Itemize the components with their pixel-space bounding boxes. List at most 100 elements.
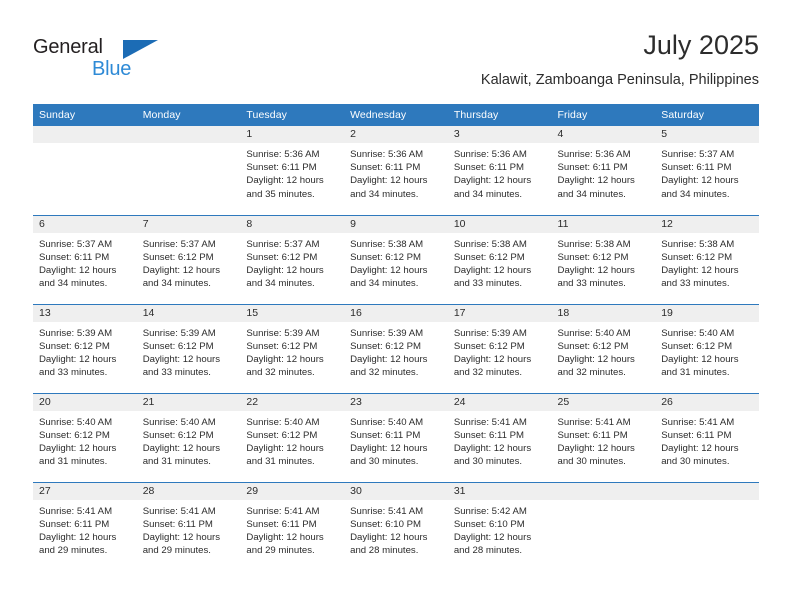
daylight-duration-line2: and 31 minutes. xyxy=(142,456,211,468)
sunset-time: Sunset: 6:11 PM xyxy=(557,162,628,174)
calendar-day-cell[interactable]: 14 Sunrise: 5:39 AM Sunset: 6:12 PM Dayligh… xyxy=(136,303,241,393)
sunset-time: Sunset: 6:12 PM xyxy=(453,340,525,352)
daylight-duration-line2: and 31 minutes. xyxy=(661,367,730,379)
calendar-week-row: 20 Sunrise: 5:40 AM Sunset: 6:12 PM Dayligh… xyxy=(33,392,759,482)
daylight-duration-line2: and 34 minutes. xyxy=(142,278,211,290)
calendar-day-cell[interactable]: 31 Sunrise: 5:42 AM Sunset: 6:10 PM Dayligh… xyxy=(447,481,552,571)
sunrise-time: Sunrise: 5:38 AM xyxy=(661,238,735,250)
sunrise-time: Sunrise: 5:41 AM xyxy=(350,505,424,517)
calendar-day-cell[interactable]: 19 Sunrise: 5:40 AM Sunset: 6:12 PM Dayligh… xyxy=(655,303,759,393)
weekday-header-saturday: Saturday xyxy=(655,104,759,126)
daylight-duration-line2: and 30 minutes. xyxy=(350,456,419,468)
day-number: 30 xyxy=(344,482,448,500)
calendar-day-cell[interactable]: 2 Sunrise: 5:36 AM Sunset: 6:11 PM Daylight… xyxy=(344,126,448,215)
day-number: 16 xyxy=(344,304,448,322)
calendar-day-cell[interactable]: 24 Sunrise: 5:41 AM Sunset: 6:11 PM Dayligh… xyxy=(447,392,552,482)
title-block: July 2025 Kalawit, Zamboanga Peninsula, … xyxy=(481,28,759,90)
calendar-day-cell[interactable]: 4 Sunrise: 5:36 AM Sunset: 6:11 PM Daylight… xyxy=(551,126,656,215)
daylight-duration-line2: and 34 minutes. xyxy=(453,188,523,200)
calendar-day-cell[interactable]: 21 Sunrise: 5:40 AM Sunset: 6:12 PM Dayligh… xyxy=(136,392,241,482)
daylight-duration-line1: Daylight: 12 hours xyxy=(246,264,324,276)
daylight-duration-line2: and 34 minutes. xyxy=(39,278,108,290)
sunset-time: Sunset: 6:11 PM xyxy=(557,429,628,441)
sunrise-time: Sunrise: 5:41 AM xyxy=(39,505,113,517)
calendar-day-cell[interactable]: 29 Sunrise: 5:41 AM Sunset: 6:11 PM Dayligh… xyxy=(240,481,345,571)
day-sun-info: Sunrise: 5:40 AM Sunset: 6:11 PM Daylight:… xyxy=(344,411,448,469)
day-number: 13 xyxy=(33,304,137,322)
day-number: 29 xyxy=(240,482,345,500)
daylight-duration-line1: Daylight: 12 hours xyxy=(246,442,324,454)
calendar-day-cell[interactable]: 9 Sunrise: 5:38 AM Sunset: 6:12 PM Daylight… xyxy=(344,214,448,304)
sunrise-time: Sunrise: 5:40 AM xyxy=(142,416,216,428)
calendar-day-cell[interactable]: 17 Sunrise: 5:39 AM Sunset: 6:12 PM Dayligh… xyxy=(447,303,552,393)
calendar-day-cell[interactable]: 27 Sunrise: 5:41 AM Sunset: 6:11 PM Dayligh… xyxy=(33,481,137,571)
daylight-duration-line1: Daylight: 12 hours xyxy=(661,442,739,454)
daylight-duration-line2: and 33 minutes. xyxy=(142,367,211,379)
logo-text-general: General xyxy=(33,36,103,58)
day-sun-info: Sunrise: 5:41 AM Sunset: 6:11 PM Daylight:… xyxy=(448,411,552,469)
day-number: 6 xyxy=(33,215,137,233)
calendar-day-cell-empty xyxy=(136,126,241,215)
daylight-duration-line2: and 28 minutes. xyxy=(453,545,523,557)
sunset-time: Sunset: 6:12 PM xyxy=(350,251,422,263)
calendar-day-cell[interactable]: 18 Sunrise: 5:40 AM Sunset: 6:12 PM Dayligh… xyxy=(551,303,656,393)
day-number: 31 xyxy=(447,482,552,500)
daylight-duration-line1: Daylight: 12 hours xyxy=(453,531,532,543)
day-number: 10 xyxy=(447,215,552,233)
calendar-day-cell[interactable]: 22 Sunrise: 5:40 AM Sunset: 6:12 PM Dayligh… xyxy=(240,392,345,482)
sunrise-time: Sunrise: 5:41 AM xyxy=(142,505,216,517)
daylight-duration-line1: Daylight: 12 hours xyxy=(557,175,635,187)
calendar-day-cell[interactable]: 7 Sunrise: 5:37 AM Sunset: 6:12 PM Daylight… xyxy=(136,214,241,304)
sunset-time: Sunset: 6:11 PM xyxy=(142,518,213,530)
sunset-time: Sunset: 6:12 PM xyxy=(557,340,629,352)
daylight-duration-line1: Daylight: 12 hours xyxy=(453,175,532,187)
calendar-day-cell[interactable]: 12 Sunrise: 5:38 AM Sunset: 6:12 PM Dayligh… xyxy=(655,214,759,304)
day-sun-info: Sunrise: 5:39 AM Sunset: 6:12 PM Daylight:… xyxy=(344,322,448,380)
calendar-day-cell[interactable]: 13 Sunrise: 5:39 AM Sunset: 6:12 PM Dayligh… xyxy=(33,303,137,393)
day-sun-info: Sunrise: 5:40 AM Sunset: 6:12 PM Daylight:… xyxy=(137,411,241,469)
sunrise-time: Sunrise: 5:40 AM xyxy=(350,416,424,428)
daylight-duration-line2: and 34 minutes. xyxy=(661,188,730,200)
calendar-day-cell[interactable]: 15 Sunrise: 5:39 AM Sunset: 6:12 PM Dayligh… xyxy=(240,303,345,393)
daylight-duration-line2: and 31 minutes. xyxy=(246,456,315,468)
sunrise-time: Sunrise: 5:40 AM xyxy=(557,327,631,339)
day-number: 5 xyxy=(655,126,759,143)
calendar-day-cell[interactable]: 20 Sunrise: 5:40 AM Sunset: 6:12 PM Dayligh… xyxy=(33,392,137,482)
weekday-header-row: Sunday Monday Tuesday Wednesday Thursday… xyxy=(33,104,759,126)
calendar-day-cell[interactable]: 25 Sunrise: 5:41 AM Sunset: 6:11 PM Dayligh… xyxy=(551,392,656,482)
sunset-time: Sunset: 6:12 PM xyxy=(246,429,318,441)
sunset-time: Sunset: 6:12 PM xyxy=(246,251,318,263)
calendar-day-cell[interactable]: 3 Sunrise: 5:36 AM Sunset: 6:11 PM Daylight… xyxy=(447,126,552,215)
day-number: 19 xyxy=(655,304,759,322)
calendar-day-cell[interactable]: 10 Sunrise: 5:38 AM Sunset: 6:12 PM Dayligh… xyxy=(447,214,552,304)
sunset-time: Sunset: 6:12 PM xyxy=(350,340,422,352)
daylight-duration-line1: Daylight: 12 hours xyxy=(557,264,635,276)
calendar-day-cell[interactable]: 8 Sunrise: 5:37 AM Sunset: 6:12 PM Daylight… xyxy=(240,214,345,304)
calendar-day-cell[interactable]: 6 Sunrise: 5:37 AM Sunset: 6:11 PM Daylight… xyxy=(33,214,137,304)
calendar-day-cell[interactable]: 28 Sunrise: 5:41 AM Sunset: 6:11 PM Dayligh… xyxy=(136,481,241,571)
calendar-day-cell[interactable]: 5 Sunrise: 5:37 AM Sunset: 6:11 PM Daylight… xyxy=(655,126,759,215)
daylight-duration-line2: and 31 minutes. xyxy=(39,456,108,468)
daylight-duration-line1: Daylight: 12 hours xyxy=(453,442,532,454)
day-sun-info: Sunrise: 5:39 AM Sunset: 6:12 PM Daylight:… xyxy=(448,322,552,380)
calendar-day-cell[interactable]: 23 Sunrise: 5:40 AM Sunset: 6:11 PM Dayligh… xyxy=(344,392,448,482)
daylight-duration-line2: and 32 minutes. xyxy=(453,367,523,379)
daylight-duration-line2: and 29 minutes. xyxy=(246,545,315,557)
calendar-day-cell[interactable]: 30 Sunrise: 5:41 AM Sunset: 6:10 PM Dayligh… xyxy=(344,481,448,571)
sunrise-time: Sunrise: 5:38 AM xyxy=(350,238,424,250)
daylight-duration-line1: Daylight: 12 hours xyxy=(453,353,532,365)
weekday-header-friday: Friday xyxy=(551,104,656,126)
daylight-duration-line1: Daylight: 12 hours xyxy=(350,442,428,454)
sunset-time: Sunset: 6:11 PM xyxy=(453,162,525,174)
daylight-duration-line1: Daylight: 12 hours xyxy=(453,264,532,276)
calendar-day-cell[interactable]: 16 Sunrise: 5:39 AM Sunset: 6:12 PM Dayligh… xyxy=(344,303,448,393)
day-number xyxy=(33,126,137,143)
daylight-duration-line1: Daylight: 12 hours xyxy=(661,264,739,276)
sunset-time: Sunset: 6:12 PM xyxy=(246,340,318,352)
calendar-day-cell[interactable]: 1 Sunrise: 5:36 AM Sunset: 6:11 PM Daylight… xyxy=(240,126,345,215)
calendar-day-cell[interactable]: 26 Sunrise: 5:41 AM Sunset: 6:11 PM Dayligh… xyxy=(655,392,759,482)
calendar-day-cell[interactable]: 11 Sunrise: 5:38 AM Sunset: 6:12 PM Dayligh… xyxy=(551,214,656,304)
day-sun-info: Sunrise: 5:38 AM Sunset: 6:12 PM Daylight:… xyxy=(448,233,552,291)
generalblue-logo[interactable]: General Blue xyxy=(33,36,163,90)
daylight-duration-line2: and 30 minutes. xyxy=(661,456,730,468)
